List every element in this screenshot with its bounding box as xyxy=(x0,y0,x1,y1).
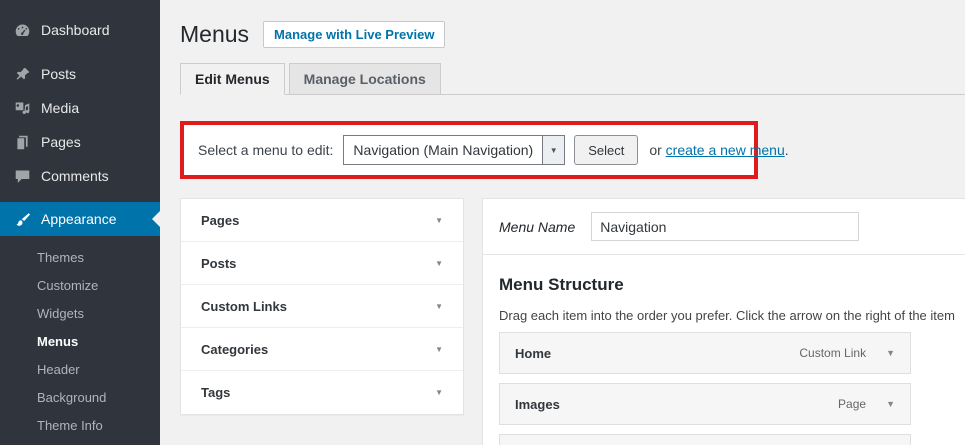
submenu-item-customize[interactable]: Customize xyxy=(0,272,160,300)
menu-name-input[interactable] xyxy=(591,212,859,241)
chevron-down-icon: ▼ xyxy=(435,345,443,354)
sidebar-item-label: Posts xyxy=(41,66,76,82)
sidebar-item-pages[interactable]: Pages xyxy=(0,125,160,159)
chevron-down-icon[interactable]: ▼ xyxy=(886,399,895,409)
menu-item-partial[interactable] xyxy=(499,434,911,445)
chevron-down-icon: ▼ xyxy=(435,302,443,311)
select-button[interactable]: Select xyxy=(574,135,638,165)
tab-manage-locations[interactable]: Manage Locations xyxy=(289,63,441,95)
select-menu-annotation-box: Select a menu to edit: Navigation (Main … xyxy=(180,121,758,179)
select-menu-label: Select a menu to edit: xyxy=(198,142,333,158)
sidebar-item-media[interactable]: Media xyxy=(0,91,160,125)
accordion-section-pages[interactable]: Pages ▼ xyxy=(181,199,463,242)
or-create-text: or create a new menu. xyxy=(649,142,788,158)
chevron-down-icon: ▼ xyxy=(542,136,564,164)
appearance-submenu: Themes Customize Widgets Menus Header Ba… xyxy=(0,236,160,445)
sidebar-item-label: Comments xyxy=(41,168,109,184)
menu-name-label: Menu Name xyxy=(499,219,575,235)
accordion-section-posts[interactable]: Posts ▼ xyxy=(181,242,463,285)
accordion-label: Tags xyxy=(201,385,230,400)
sidebar-item-posts[interactable]: Posts xyxy=(0,57,160,91)
sidebar-item-label: Dashboard xyxy=(41,22,110,38)
menu-item-title: Home xyxy=(515,346,551,361)
menu-editor-panel: Menu Name Menu Structure Drag each item … xyxy=(482,198,965,445)
accordion-label: Pages xyxy=(201,213,239,228)
manage-live-preview-button[interactable]: Manage with Live Preview xyxy=(263,21,445,48)
accordion-label: Posts xyxy=(201,256,236,271)
submenu-item-background[interactable]: Background xyxy=(0,384,160,412)
nav-tabs: Edit Menus Manage Locations xyxy=(180,63,965,95)
sidebar-item-label: Pages xyxy=(41,134,81,150)
add-menu-items-accordion: Pages ▼ Posts ▼ Custom Links ▼ Categorie… xyxy=(180,198,464,415)
menu-item-type: Custom Link xyxy=(799,346,866,360)
pages-icon xyxy=(12,132,32,152)
page-header: Menus Manage with Live Preview xyxy=(180,20,965,48)
accordion-label: Custom Links xyxy=(201,299,287,314)
period-text: . xyxy=(785,142,789,158)
accordion-section-custom-links[interactable]: Custom Links ▼ xyxy=(181,285,463,328)
admin-sidebar: Dashboard Posts Media Pages Comments xyxy=(0,0,160,445)
create-new-menu-link[interactable]: create a new menu xyxy=(666,142,785,158)
submenu-item-widgets[interactable]: Widgets xyxy=(0,300,160,328)
tab-edit-menus[interactable]: Edit Menus xyxy=(180,63,285,95)
menu-item-home[interactable]: Home Custom Link ▼ xyxy=(499,332,911,374)
menu-select-value: Navigation (Main Navigation) xyxy=(344,136,542,164)
dashboard-icon xyxy=(12,20,32,40)
current-menu-arrow xyxy=(152,211,160,227)
sidebar-item-label: Media xyxy=(41,100,79,116)
sidebar-item-appearance[interactable]: Appearance xyxy=(0,202,160,236)
chevron-down-icon[interactable]: ▼ xyxy=(886,348,895,358)
menu-structure-section: Menu Structure Drag each item into the o… xyxy=(483,255,965,445)
sidebar-separator xyxy=(0,47,160,57)
chevron-down-icon: ▼ xyxy=(435,259,443,268)
submenu-item-menus[interactable]: Menus xyxy=(0,328,160,356)
media-icon xyxy=(12,98,32,118)
appearance-icon xyxy=(12,209,32,229)
sidebar-item-label: Appearance xyxy=(41,211,117,227)
accordion-section-tags[interactable]: Tags ▼ xyxy=(181,371,463,414)
menu-structure-help: Drag each item into the order you prefer… xyxy=(499,308,949,323)
pushpin-icon xyxy=(12,64,32,84)
sidebar-separator xyxy=(0,193,160,202)
menu-name-row: Menu Name xyxy=(483,199,965,255)
menu-item-images[interactable]: Images Page ▼ xyxy=(499,383,911,425)
accordion-label: Categories xyxy=(201,342,268,357)
submenu-item-theme-info[interactable]: Theme Info xyxy=(0,412,160,440)
sidebar-item-comments[interactable]: Comments xyxy=(0,159,160,193)
menu-select-dropdown[interactable]: Navigation (Main Navigation) ▼ xyxy=(343,135,565,165)
sidebar-item-dashboard[interactable]: Dashboard xyxy=(0,13,160,47)
or-text: or xyxy=(649,142,665,158)
menu-structure-title: Menu Structure xyxy=(499,275,949,295)
chevron-down-icon: ▼ xyxy=(435,216,443,225)
menu-item-title: Images xyxy=(515,397,560,412)
chevron-down-icon: ▼ xyxy=(435,388,443,397)
page-title: Menus xyxy=(180,20,249,48)
submenu-item-header[interactable]: Header xyxy=(0,356,160,384)
wordpress-admin-screen: Dashboard Posts Media Pages Comments xyxy=(0,0,965,445)
submenu-item-themes[interactable]: Themes xyxy=(0,244,160,272)
menu-item-type: Page xyxy=(838,397,866,411)
menus-columns: Pages ▼ Posts ▼ Custom Links ▼ Categorie… xyxy=(180,198,965,445)
accordion-section-categories[interactable]: Categories ▼ xyxy=(181,328,463,371)
comment-icon xyxy=(12,166,32,186)
main-content: Menus Manage with Live Preview Edit Menu… xyxy=(160,0,965,445)
